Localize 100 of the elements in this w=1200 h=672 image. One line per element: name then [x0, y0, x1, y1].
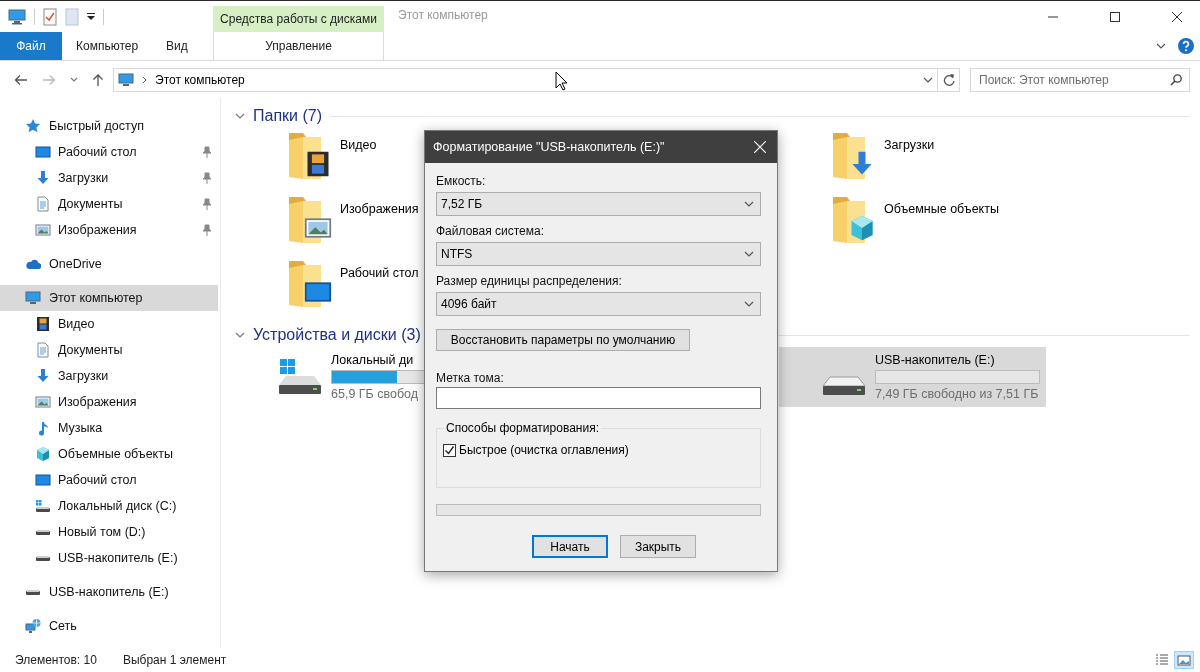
nav-item[interactable]: Локальный диск (C:) [0, 493, 218, 519]
drive-name: USB-накопитель (E:) [875, 353, 996, 367]
drive-icon [821, 376, 867, 396]
folder-icon [287, 195, 333, 245]
nav-item[interactable]: Объемные объекты [0, 441, 218, 467]
caret-icon[interactable] [87, 12, 95, 21]
nav-item[interactable]: Документы [0, 191, 218, 217]
checkbox[interactable] [443, 443, 456, 457]
up-arrow-icon[interactable] [92, 72, 104, 87]
back-arrow-icon[interactable] [14, 73, 28, 86]
checkbox-label[interactable]: Быстрое (очистка оглавления) [459, 443, 629, 457]
desktop-icon [35, 472, 51, 488]
dropdown-value: 4096 байт [441, 297, 498, 311]
dialog-button[interactable]: Закрыть [620, 535, 696, 558]
dropdown-value: 7,52 ГБ [441, 197, 484, 211]
search-icon[interactable] [1170, 73, 1182, 86]
dropdown-chevron-icon[interactable] [923, 76, 933, 83]
nav-item[interactable]: Этот компьютер [0, 285, 218, 311]
document-icon [35, 196, 51, 212]
nav-item[interactable]: Загрузки [0, 165, 218, 191]
close-icon[interactable] [1172, 11, 1182, 22]
search-field[interactable]: Поиск: Этот компьютер [970, 67, 1190, 92]
folder-item[interactable]: Изображения [239, 190, 419, 254]
folder-item[interactable]: Видео [239, 126, 377, 190]
expand-ribbon-icon[interactable] [1156, 43, 1166, 49]
desktop-icon [35, 144, 51, 160]
field-label: Файловая система: [436, 223, 546, 240]
field-label: Метка тома: [436, 370, 505, 387]
group-heading: Устройства и диски (3) [253, 326, 421, 344]
group-heading: Папки (7) [253, 107, 322, 125]
context-tab-label: Средства работы с дисками [213, 6, 384, 32]
address-path: Этот компьютер [155, 72, 245, 87]
nav-item[interactable]: USB-накопитель (E:) [0, 579, 218, 605]
nav-item[interactable]: Быстрый доступ [0, 113, 218, 139]
nav-item[interactable]: Изображения [0, 217, 218, 243]
drive-icon [35, 554, 51, 562]
dropdown-value: NTFS [441, 247, 474, 261]
network-icon [25, 618, 41, 634]
computer-icon[interactable] [8, 8, 26, 25]
nav-item[interactable]: OneDrive [0, 251, 218, 277]
chevron-right-icon [142, 75, 147, 84]
cube-icon [35, 446, 51, 462]
folder-item[interactable]: Загрузки [783, 126, 935, 190]
computer-icon [118, 71, 134, 88]
refresh-icon[interactable] [942, 73, 955, 86]
ribbon-tab[interactable]: Компьютер [62, 32, 153, 60]
help-icon[interactable] [1178, 38, 1194, 54]
dialog-title: Форматирование "USB-накопитель (E:)" [433, 140, 666, 154]
nav-item[interactable]: Музыка [0, 415, 218, 441]
download-arrow-icon [35, 170, 51, 186]
recent-locations-icon[interactable] [70, 76, 78, 83]
status-text: Выбран 1 элемент [122, 653, 227, 667]
drive-tile[interactable]: USB-накопитель (E:) 7,49 ГБ свободно из 7,51 ГБ [779, 347, 1046, 407]
drive-icon [277, 357, 323, 397]
nav-item[interactable]: Рабочий стол [0, 139, 218, 165]
drive-icon [35, 498, 51, 514]
drive-icon [25, 588, 41, 596]
nav-item[interactable]: Изображения [0, 389, 218, 415]
nav-item[interactable]: Новый том (D:) [0, 519, 218, 545]
film-icon [35, 316, 51, 332]
ribbon-tab[interactable]: Файл [0, 32, 62, 60]
cursor-icon [555, 71, 568, 91]
chevron-down-icon [744, 301, 754, 307]
field-label: Емкость: [436, 173, 487, 190]
chevron-down-icon [744, 201, 754, 207]
restore-defaults-button[interactable]: Восстановить параметры по умолчанию [436, 329, 690, 351]
nav-item[interactable]: Загрузки [0, 363, 218, 389]
download-arrow-icon [35, 368, 51, 384]
pin-icon[interactable] [202, 172, 212, 184]
free-space-text: 7,49 ГБ свободно из 7,51 ГБ [875, 387, 1040, 401]
chevron-down-icon [744, 251, 754, 257]
address-bar[interactable]: Этот компьютер [113, 67, 938, 92]
dropdown[interactable]: NTFS [436, 242, 761, 266]
pin-icon[interactable] [202, 146, 212, 158]
folder-icon [287, 259, 333, 309]
dialog-button[interactable]: Начать [532, 535, 608, 558]
drive-name: Локальный ди [331, 353, 415, 367]
folder-item[interactable]: Объемные объекты [783, 190, 999, 254]
free-space-text: 65,9 ГБ свобод [331, 387, 420, 401]
folder-item[interactable]: Рабочий стол [239, 254, 419, 318]
nav-item[interactable]: Видео [0, 311, 218, 337]
tiles-view-icon[interactable] [1174, 651, 1194, 669]
nav-item[interactable]: USB-накопитель (E:) [0, 545, 218, 571]
maximize-icon[interactable] [1110, 11, 1120, 22]
pin-icon[interactable] [202, 224, 212, 236]
chevron-down-icon[interactable] [235, 113, 245, 119]
dropdown[interactable]: 4096 байт [436, 292, 761, 316]
checklist-icon[interactable] [43, 7, 57, 26]
computer-icon [25, 290, 41, 306]
nav-item[interactable]: Рабочий стол [0, 467, 218, 493]
nav-item[interactable]: Документы [0, 337, 218, 363]
status-text: Элементов: 10 [15, 653, 97, 667]
nav-item[interactable]: Сеть [0, 613, 218, 639]
pin-icon[interactable] [202, 198, 212, 210]
chevron-down-icon[interactable] [235, 332, 245, 338]
ribbon-tab[interactable]: Вид [152, 32, 202, 60]
ribbon-tab[interactable]: Управление [213, 32, 384, 60]
dropdown[interactable]: 7,52 ГБ [436, 192, 761, 216]
star-icon [25, 118, 41, 134]
volume-label-field[interactable] [436, 387, 761, 409]
